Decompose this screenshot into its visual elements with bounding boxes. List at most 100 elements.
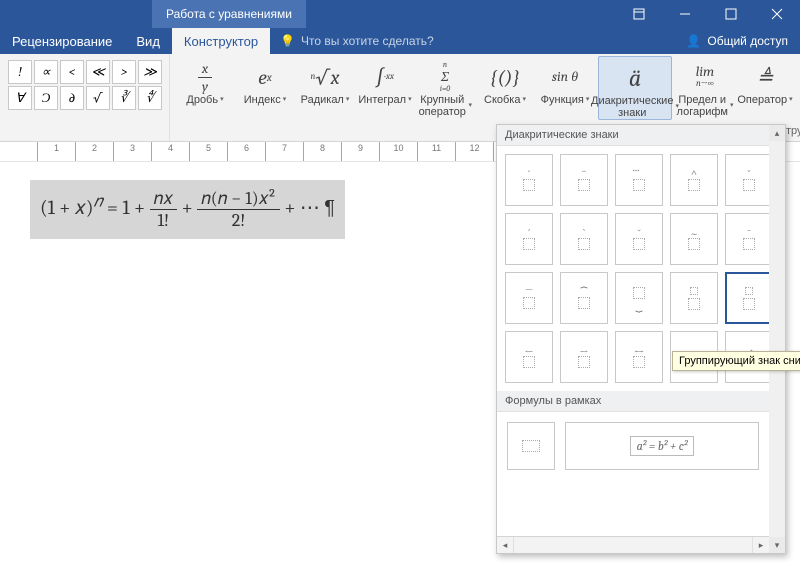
large-operator-label: Крупный оператор▾ [418,94,472,118]
radical-icon: n√x [310,60,339,94]
symbol-cell[interactable]: ! [8,60,32,84]
accent-item[interactable]: ¯¯ [505,272,553,324]
ruler-tick [0,142,38,161]
scroll-right-button[interactable]: ▸ [752,537,769,553]
ruler-tick: 7 [266,142,304,161]
accent-item[interactable]: ^ [670,154,718,206]
accent-item[interactable]: ⏞ [560,272,608,324]
accent-item[interactable]: ` [560,213,608,265]
ruler-tick: 1 [38,142,76,161]
window-controls [616,0,800,28]
boxed-formula-item[interactable]: a² = b² + c² [565,422,759,470]
ruler-tick: 10 [380,142,418,161]
scroll-up-button[interactable]: ▴ [769,125,785,141]
accent-item[interactable]: ← [505,331,553,383]
eq-lhs: (1 + 𝑥) [40,196,94,219]
symbol-grid: ! ∝ < ≪ > ≫ ∀ Ɔ ∂ √ ∛ ∜ [4,56,166,114]
accent-item[interactable] [725,272,769,324]
limit-button[interactable]: limn→∞ Предел и логарифм▾ [678,56,732,118]
symbol-cell[interactable]: ∜ [138,86,162,110]
scroll-left-button[interactable]: ◂ [497,537,514,553]
ruler-tick: 12 [456,142,494,161]
function-button[interactable]: sin θ Функция▾ [538,56,592,106]
integral-label: Интеграл▾ [358,94,411,106]
fraction-button[interactable]: xy Дробь▾ [178,56,232,106]
tab-equation-design[interactable]: Конструктор [172,28,270,54]
accent-item[interactable]: ⃛ [615,154,663,206]
symbol-cell[interactable]: ∀ [8,86,32,110]
lightbulb-icon: 💡 [280,34,295,48]
symbol-cell[interactable]: Ɔ [34,86,58,110]
ruler-tick: 9 [342,142,380,161]
accent-item[interactable]: ⏟ [615,272,663,324]
window-titlebar: Работа с уравнениями [0,0,800,28]
ruler-tick: 2 [76,142,114,161]
symbol-cell[interactable]: ∛ [112,86,136,110]
symbol-cell[interactable]: > [112,60,136,84]
share-button[interactable]: 👤 Общий доступ [674,28,800,54]
ruler-tick: 6 [228,142,266,161]
equation-object[interactable]: (1 + 𝑥)𝑛 = 1 + 𝑛𝑥1! + 𝑛(𝑛 − 1)𝑥²2! + ⋯ ¶ [30,180,345,239]
radical-button[interactable]: n√x Радикал▾ [298,56,352,106]
scroll-track[interactable] [769,141,785,537]
tell-me-search[interactable]: 💡 Что вы хотите сделать? [270,28,444,54]
gallery-content: Диакритические знаки ˙¨⃛^ˇ´`˘~¯¯¯⏞⏟←→↔↽⇀… [497,125,769,553]
eq-frac2: 𝑛(𝑛 − 1)𝑥²2! [197,188,280,231]
pilcrow-icon: ¶ [324,197,335,219]
boxed-placeholder-item[interactable] [507,422,555,470]
accent-item[interactable]: ´ [505,213,553,265]
eq-frac1: 𝑛𝑥1! [150,188,178,231]
ribbon-tabs: Рецензирование Вид Конструктор 💡 Что вы … [0,28,800,54]
bracket-button[interactable]: {()} Скобка▾ [478,56,532,106]
tooltip: Группирующий знак снизу [672,351,800,371]
share-label: Общий доступ [707,34,788,48]
gallery-horizontal-scrollbar[interactable]: ◂ ▸ [497,536,769,553]
function-label: Функция▾ [541,94,590,106]
accent-item[interactable]: ↔ [615,331,663,383]
ruler-tick: 11 [418,142,456,161]
accent-item[interactable]: → [560,331,608,383]
symbol-cell[interactable]: ≫ [138,60,162,84]
script-icon: ex [258,60,272,94]
scroll-down-button[interactable]: ▾ [769,537,785,553]
ruler-tick: 8 [304,142,342,161]
titlebar-spacer-left [0,0,152,28]
ruler-tick: 3 [114,142,152,161]
tab-review[interactable]: Рецензирование [0,28,124,54]
tab-view[interactable]: Вид [124,28,172,54]
scroll-track[interactable] [514,537,752,553]
accent-item[interactable]: ˙ [505,154,553,206]
operator-label: Оператор▾ [737,94,792,106]
gallery-section-header: Диакритические знаки [497,125,769,146]
eq-plus2: + [284,196,299,219]
accent-item[interactable] [670,272,718,324]
large-operator-button[interactable]: nΣi=0 Крупный оператор▾ [418,56,472,118]
eq-plus: + [182,196,197,219]
operator-button[interactable]: ≜ Оператор▾ [738,56,792,106]
script-label: Индекс▾ [244,94,286,106]
symbol-cell[interactable]: ∂ [60,86,84,110]
symbol-cell[interactable]: √ [86,86,110,110]
bracket-label: Скобка▾ [484,94,526,106]
maximize-button[interactable] [708,0,754,28]
close-button[interactable] [754,0,800,28]
accent-item[interactable]: ¯ [725,213,769,265]
limit-icon: limn→∞ [696,60,714,94]
gallery-section-header: Формулы в рамках [497,391,769,412]
fraction-icon: xy [198,60,212,94]
symbol-cell[interactable]: ≪ [86,60,110,84]
symbol-cell[interactable]: < [60,60,84,84]
eq-eq: = 1 + [107,196,150,219]
minimize-button[interactable] [662,0,708,28]
script-button[interactable]: ex Индекс▾ [238,56,292,106]
gallery-scrollbar[interactable]: ▴ ▾ [769,125,785,553]
integral-button[interactable]: ∫-xx Интеграл▾ [358,56,412,106]
ruler-tick: 5 [190,142,228,161]
accent-item[interactable]: ˘ [615,213,663,265]
accent-item[interactable]: ˇ [725,154,769,206]
ribbon-collapse-button[interactable] [616,0,662,28]
accent-item[interactable]: ¨ [560,154,608,206]
accent-item[interactable]: ~ [670,213,718,265]
accent-button[interactable]: ä Диакритические знаки▾ [598,56,672,120]
symbol-cell[interactable]: ∝ [34,60,58,84]
